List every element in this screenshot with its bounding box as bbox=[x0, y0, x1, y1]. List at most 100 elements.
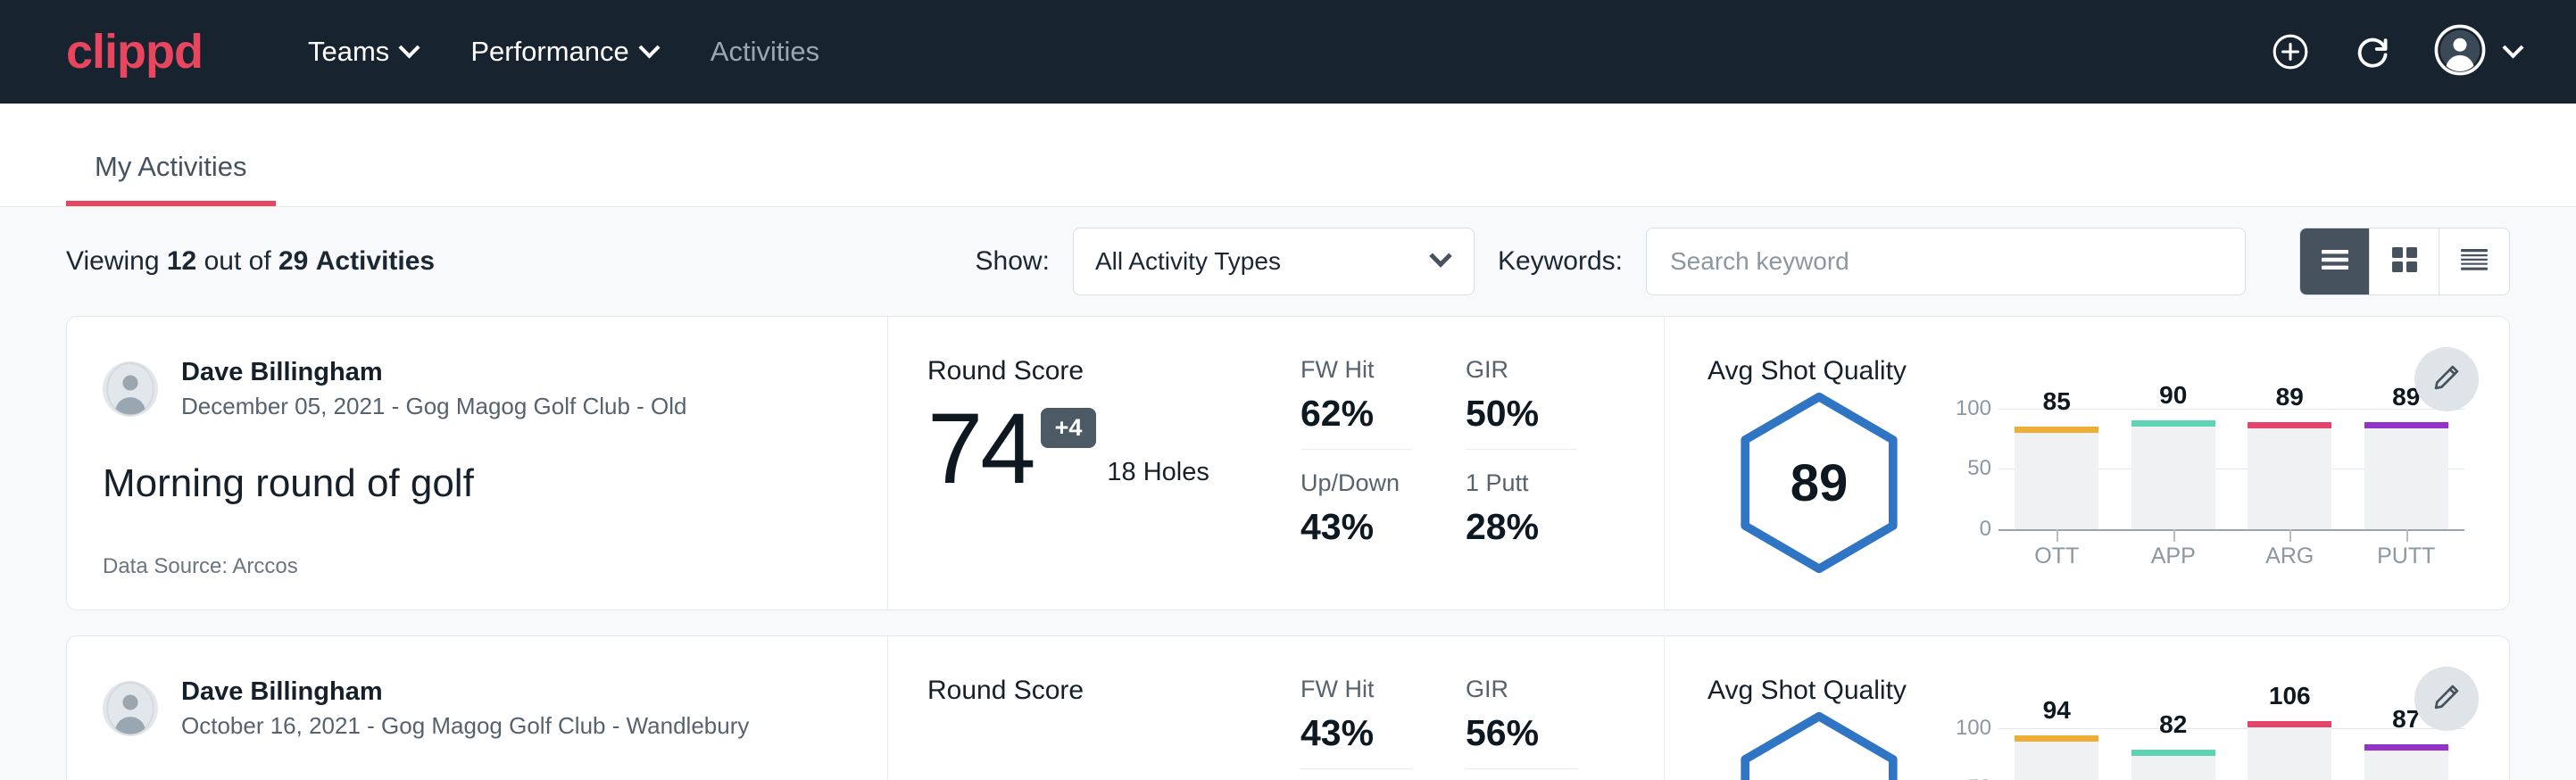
stat-gir: GIR 50% bbox=[1466, 356, 1577, 450]
viewing-summary: Viewing 12 out of 29 Activities bbox=[66, 246, 435, 277]
edit-activity-button[interactable] bbox=[2414, 667, 2479, 731]
tab-bar: My Activities bbox=[0, 104, 2576, 207]
round-score-block: Round Score 74 +4 18 Holes bbox=[927, 356, 1284, 579]
stat-label: 1 Putt bbox=[1466, 469, 1577, 497]
chart-bars: 948210687 bbox=[1998, 717, 2464, 780]
stat-gir: GIR 56% bbox=[1466, 676, 1577, 769]
activity-meta: December 05, 2021 - Gog Magog Golf Club … bbox=[181, 392, 687, 422]
player-name: Dave Billingham bbox=[181, 676, 749, 708]
activity-summary: Dave Billingham December 05, 2021 - Gog … bbox=[67, 317, 888, 610]
activity-summary: Dave Billingham October 16, 2021 - Gog M… bbox=[67, 636, 888, 780]
chart-bar-body bbox=[2364, 422, 2448, 529]
chart-bar-cap bbox=[2248, 721, 2331, 727]
show-label: Show: bbox=[976, 246, 1050, 277]
compact-view-button[interactable] bbox=[2439, 228, 2509, 295]
chart-plot-area: 948210687 bbox=[1998, 717, 2464, 780]
chart-bar-cap bbox=[2131, 750, 2215, 756]
round-score-label: Round Score bbox=[927, 356, 1284, 386]
activity-title: Morning round of golf bbox=[103, 461, 852, 506]
edit-icon bbox=[2431, 362, 2462, 397]
chart-y-tick-label: 100 bbox=[1956, 396, 1991, 421]
viewing-total: 29 bbox=[278, 246, 308, 276]
viewing-middle: out of bbox=[204, 246, 271, 276]
stat-label: GIR bbox=[1466, 356, 1577, 384]
chart-bar-cap bbox=[2015, 427, 2098, 433]
stat-label: FW Hit bbox=[1300, 356, 1412, 384]
chart-plot-area: 85908989 bbox=[1998, 397, 2464, 529]
viewing-prefix: Viewing bbox=[66, 246, 160, 276]
activity-card[interactable]: Dave Billingham December 05, 2021 - Gog … bbox=[66, 316, 2510, 610]
chart-x-tick bbox=[2406, 529, 2408, 542]
avg-shot-quality-value: 89 bbox=[1791, 453, 1849, 513]
shot-quality-body: 050100 948210687 OTTAPPARGPUTT bbox=[1708, 706, 2473, 780]
shot-quality-section: Avg Shot Quality 050100 948210687 OTTAPP… bbox=[1665, 636, 2509, 780]
activity-type-select[interactable]: All Activity Types bbox=[1073, 228, 1475, 295]
stat-up-down: Up/Down 43% bbox=[1300, 469, 1412, 562]
refresh-icon[interactable] bbox=[2352, 31, 2393, 72]
stat-value: 28% bbox=[1466, 506, 1577, 548]
chart-bar: 94 bbox=[2015, 717, 2098, 780]
chart-bar: 106 bbox=[2248, 717, 2331, 780]
tab-label: My Activities bbox=[95, 151, 247, 182]
primary-nav: Teams Performance Activities bbox=[281, 25, 846, 79]
round-score-row bbox=[927, 722, 1284, 729]
stat-one-putt: 1 Putt 28% bbox=[1466, 469, 1577, 562]
round-score-block: Round Score bbox=[927, 676, 1284, 780]
toolbar-controls: Show: All Activity Types Keywords: bbox=[976, 228, 2510, 295]
activity-type-value: All Activity Types bbox=[1095, 247, 1281, 276]
viewing-count: 12 bbox=[167, 246, 196, 276]
chart-bar-value: 82 bbox=[2131, 710, 2215, 739]
user-menu[interactable] bbox=[2434, 24, 2521, 80]
activity-meta: October 16, 2021 - Gog Magog Golf Club -… bbox=[181, 711, 749, 742]
avatar bbox=[2434, 24, 2486, 80]
chart-bar-cap bbox=[2364, 422, 2448, 428]
navbar-actions bbox=[2270, 24, 2521, 80]
nav-item-teams[interactable]: Teams bbox=[281, 25, 444, 79]
shot-quality-chart: 050100 948210687 OTTAPPARGPUTT bbox=[1931, 717, 2473, 780]
search-input[interactable] bbox=[1646, 228, 2246, 295]
nav-item-activities[interactable]: Activities bbox=[684, 25, 846, 79]
plus-circle-icon[interactable] bbox=[2270, 31, 2311, 72]
chart-bar-cap bbox=[2015, 735, 2098, 742]
chart-bar-body bbox=[2248, 422, 2331, 529]
nav-item-label: Activities bbox=[710, 36, 819, 68]
chart-y-tick-label: 0 bbox=[1980, 517, 1991, 542]
chart-bar-body bbox=[2015, 735, 2098, 780]
holes-label: 18 Holes bbox=[1107, 458, 1209, 494]
chart-bar-value: 85 bbox=[2015, 387, 2098, 416]
list-view-button[interactable] bbox=[2300, 228, 2370, 295]
nav-item-performance[interactable]: Performance bbox=[444, 25, 683, 79]
stat-value: 50% bbox=[1466, 393, 1577, 435]
chart-y-axis: 050100 bbox=[1949, 717, 1998, 780]
grid-view-button[interactable] bbox=[2370, 228, 2439, 295]
shot-quality-body: 89 050100 85908989 OTTAPPARGPUTT bbox=[1708, 386, 2473, 579]
nav-item-label: Performance bbox=[470, 36, 628, 68]
avg-shot-quality-label: Avg Shot Quality bbox=[1708, 356, 2473, 386]
chart-x-label: PUTT bbox=[2364, 544, 2448, 569]
tab-my-activities[interactable]: My Activities bbox=[66, 151, 276, 206]
chart-x-labels: OTTAPPARGPUTT bbox=[1998, 544, 2464, 569]
edit-activity-button[interactable] bbox=[2414, 347, 2479, 411]
activity-card[interactable]: Dave Billingham October 16, 2021 - Gog M… bbox=[66, 635, 2510, 780]
stat-fw-hit: FW Hit 43% bbox=[1300, 676, 1412, 769]
stat-fw-hit: FW Hit 62% bbox=[1300, 356, 1412, 450]
chart-bar: 90 bbox=[2131, 397, 2215, 529]
chevron-down-icon bbox=[2502, 37, 2523, 58]
avg-shot-quality-hexagon bbox=[1708, 709, 1931, 780]
round-score-row: 74 +4 18 Holes bbox=[927, 402, 1284, 494]
chart-bar-body bbox=[2364, 744, 2448, 780]
chart-bar: 85 bbox=[2015, 397, 2098, 529]
stat-value: 56% bbox=[1466, 712, 1577, 754]
avatar bbox=[103, 681, 158, 736]
data-source: Data Source: Arccos bbox=[103, 554, 852, 579]
app-logo[interactable]: clippd bbox=[66, 28, 203, 76]
chart-x-tick bbox=[2173, 529, 2175, 542]
chart-bar-body bbox=[2015, 427, 2098, 528]
chart-x-label: ARG bbox=[2248, 544, 2331, 569]
chart-y-tick-label: 50 bbox=[1967, 456, 1991, 481]
chart-x-label: APP bbox=[2131, 544, 2215, 569]
score-differential-badge: +4 bbox=[1041, 408, 1097, 448]
edit-icon bbox=[2431, 682, 2462, 717]
chart-x-tick bbox=[2057, 529, 2058, 542]
stat-label: GIR bbox=[1466, 676, 1577, 703]
